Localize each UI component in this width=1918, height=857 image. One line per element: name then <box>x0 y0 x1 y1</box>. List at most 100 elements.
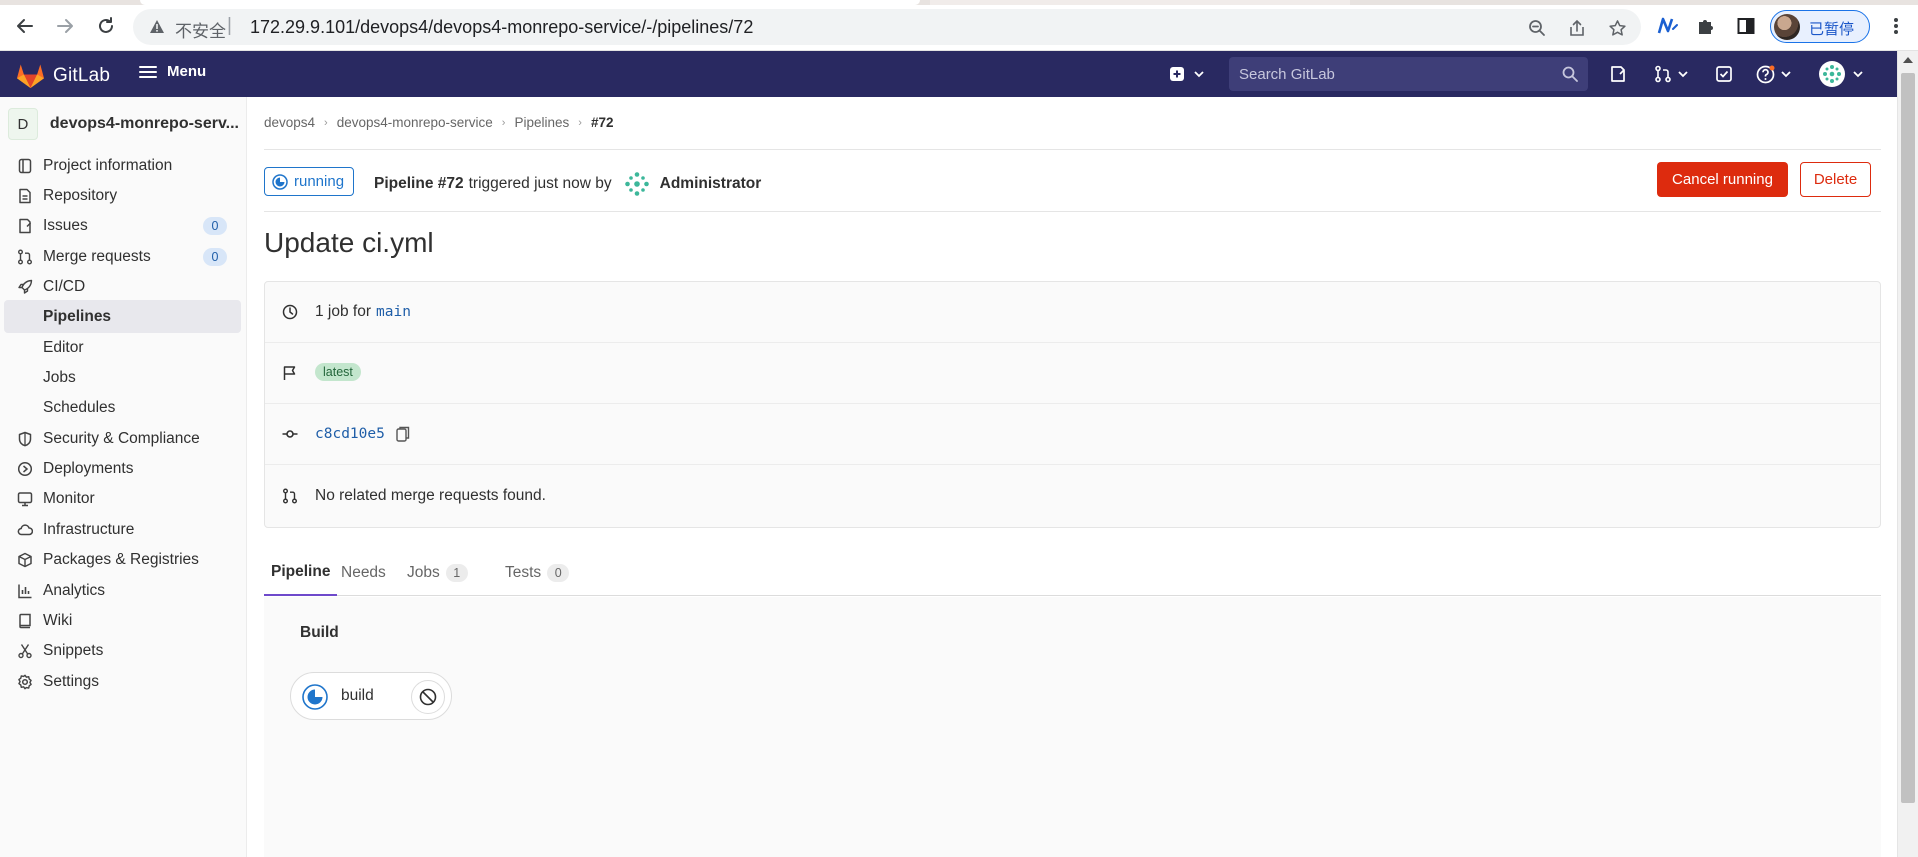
tab-label: Tests <box>505 564 542 581</box>
sidebar-subitem-jobs[interactable]: Jobs <box>4 361 241 394</box>
sidebar-item-analytics[interactable]: Analytics <box>4 574 241 607</box>
copy-icon[interactable] <box>394 425 412 443</box>
gear-icon <box>16 673 34 691</box>
tab-pipeline[interactable]: Pipeline <box>264 550 338 596</box>
tab-jobs[interactable]: Jobs 1 <box>407 550 468 596</box>
browser-menu-icon[interactable] <box>1884 13 1908 39</box>
breadcrumb-group-link[interactable]: devops4 <box>264 115 315 130</box>
branch-link[interactable]: main <box>376 304 411 320</box>
chevron-down-icon <box>1678 71 1688 78</box>
sidebar-item-label: Packages & Registries <box>43 551 199 568</box>
commit-sha-link[interactable]: c8cd10e5 <box>315 426 385 442</box>
tab-tests[interactable]: Tests 0 <box>505 550 570 596</box>
tab-label: Needs <box>341 564 386 581</box>
scissors-icon <box>16 642 34 660</box>
commit-info-row: c8cd10e5 <box>265 404 1880 465</box>
administrator-link[interactable]: Administrator <box>660 175 762 193</box>
tab-needs[interactable]: Needs <box>341 550 386 596</box>
jobs-info-row: 1 job for main <box>265 282 1880 343</box>
sidebar-item-issues[interactable]: Issues 0 <box>4 209 241 242</box>
breadcrumb-project-link[interactable]: devops4-monrepo-service <box>337 115 493 130</box>
sidebar-item-wiki[interactable]: Wiki <box>4 604 241 637</box>
address-bar[interactable]: 不安全 | 172.29.9.101/devops4/devops4-monre… <box>133 9 1641 45</box>
pipeline-triggered-text: triggered just now by <box>468 175 612 192</box>
url-text[interactable]: 172.29.9.101/devops4/devops4-monrepo-ser… <box>250 17 753 38</box>
pipeline-info-box: 1 job for main latest c8cd10e5 No relate… <box>264 281 1881 528</box>
pipeline-status-badge[interactable]: running <box>264 167 355 196</box>
sidebar-item-infrastructure[interactable]: Infrastructure <box>4 513 241 546</box>
sidebar-item-ci-cd[interactable]: CI/CD <box>4 270 241 303</box>
menu-label: Menu <box>167 63 207 80</box>
sidebar-subitem-schedules[interactable]: Schedules <box>4 391 241 424</box>
sidepanel-icon[interactable] <box>1733 13 1759 39</box>
back-icon[interactable] <box>12 13 38 39</box>
sidebar-item-settings[interactable]: Settings <box>4 665 241 698</box>
cancel-job-button[interactable] <box>411 680 445 714</box>
user-menu-chevron[interactable] <box>1852 63 1864 85</box>
brand-name: GitLab <box>53 64 111 86</box>
issues-shortcut-icon[interactable] <box>1609 63 1627 85</box>
sidebar-item-repository[interactable]: Repository <box>4 179 241 212</box>
sidebar-item-label: Deployments <box>43 460 134 477</box>
sidebar-item-label: Jobs <box>43 369 76 386</box>
profile-avatar <box>1774 14 1800 40</box>
main-menu-button[interactable]: Menu <box>139 63 206 80</box>
user-avatar[interactable] <box>1819 61 1845 87</box>
sidebar-item-security-compliance[interactable]: Security & Compliance <box>4 422 241 455</box>
job-build[interactable]: build <box>290 672 452 720</box>
sidebar-item-merge-requests[interactable]: Merge requests 0 <box>4 240 241 273</box>
merge-requests-dropdown[interactable] <box>1654 63 1689 85</box>
chevron-down-icon <box>1781 71 1791 78</box>
sidebar-item-snippets[interactable]: Snippets <box>4 634 241 667</box>
merge-request-icon <box>281 487 299 505</box>
help-dropdown[interactable] <box>1756 63 1792 85</box>
gitlab-top-navbar: GitLab Menu Search GitLab <box>0 51 1897 97</box>
extension-n-icon[interactable] <box>1655 13 1681 39</box>
badges-info-row: latest <box>265 343 1880 404</box>
search-input[interactable]: Search GitLab <box>1229 57 1588 91</box>
latest-badge[interactable]: latest <box>315 363 361 381</box>
warning-icon[interactable] <box>149 19 165 34</box>
delete-button[interactable]: Delete <box>1800 162 1871 197</box>
sidebar-item-label: Wiki <box>43 612 73 629</box>
breadcrumb-current[interactable]: #72 <box>591 115 614 130</box>
flag-icon <box>281 364 299 382</box>
forward-icon[interactable] <box>52 13 78 39</box>
sidebar-item-monitor[interactable]: Monitor <box>4 482 241 515</box>
sidebar-item-deployments[interactable]: Deployments <box>4 452 241 485</box>
profile-paused-button[interactable]: 已暂停 <box>1770 10 1870 43</box>
todo-icon[interactable] <box>1715 63 1733 85</box>
sidebar-item-label: Issues <box>43 217 88 234</box>
project-header-link[interactable]: D devops4-monrepo-serv... <box>8 106 239 142</box>
merge-requests-count-badge: 0 <box>203 248 227 266</box>
reload-icon[interactable] <box>93 13 119 39</box>
zoom-icon[interactable] <box>1526 17 1548 39</box>
sidebar-item-label: Snippets <box>43 642 104 659</box>
breadcrumb-pipelines-link[interactable]: Pipelines <box>514 115 569 130</box>
bookmark-star-icon[interactable] <box>1606 17 1628 39</box>
sidebar-item-label: CI/CD <box>43 278 86 295</box>
pipeline-graph: Build build <box>264 597 1881 857</box>
share-icon[interactable] <box>1566 17 1588 39</box>
puzzle-icon[interactable] <box>1693 13 1719 39</box>
sidebar-item-project-information[interactable]: Project information <box>4 149 241 182</box>
page-scrollbar[interactable] <box>1897 51 1918 857</box>
new-item-dropdown[interactable] <box>1169 63 1205 85</box>
browser-tab-current[interactable] <box>140 0 920 5</box>
merge-requests-info-row: No related merge requests found. <box>265 466 1880 527</box>
breadcrumb: devops4 › devops4-monrepo-service › Pipe… <box>264 115 613 130</box>
browser-tab-other[interactable] <box>930 0 1350 5</box>
administrator-avatar[interactable] <box>624 171 650 197</box>
rocket-icon <box>16 278 34 296</box>
project-sidebar: D devops4-monrepo-serv... Project inform… <box>0 97 247 857</box>
sidebar-subitem-pipelines[interactable]: Pipelines <box>4 300 241 333</box>
scroll-thumb[interactable] <box>1901 73 1915 803</box>
search-icon <box>1562 66 1578 82</box>
cancel-running-button[interactable]: Cancel running <box>1657 162 1788 197</box>
scroll-up-arrow[interactable] <box>1903 57 1913 63</box>
sidebar-subitem-editor[interactable]: Editor <box>4 331 241 364</box>
issues-icon <box>16 217 34 235</box>
sidebar-item-label: Repository <box>43 187 118 204</box>
sidebar-item-packages-registries[interactable]: Packages & Registries <box>4 543 241 576</box>
gitlab-home-link[interactable]: GitLab <box>16 62 110 89</box>
